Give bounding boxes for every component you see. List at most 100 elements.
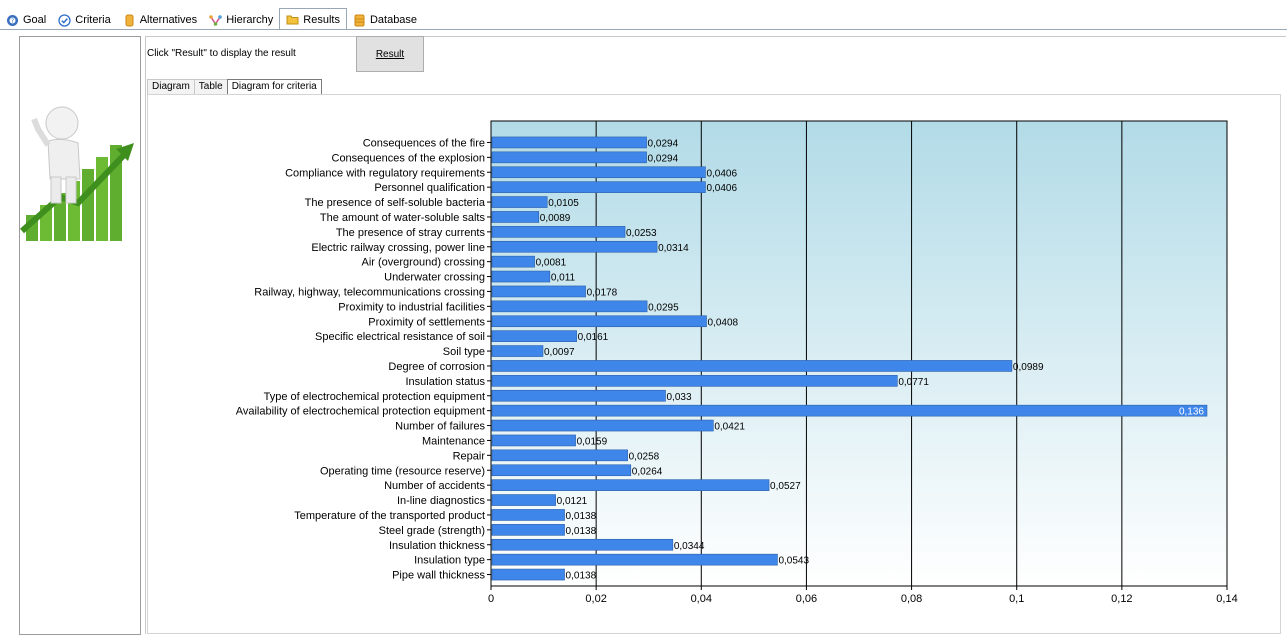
check-circle-icon <box>58 13 71 27</box>
x-tick-label: 0,04 <box>691 593 712 605</box>
bar-value-label: 0,0178 <box>587 287 618 298</box>
left-illustration-panel <box>19 36 141 635</box>
category-label: Type of electrochemical protection equip… <box>264 391 485 403</box>
bar-value-label: 0,0294 <box>648 153 679 164</box>
category-label: Underwater crossing <box>384 272 485 284</box>
tab-divider <box>0 29 1287 30</box>
category-label: Insulation type <box>414 555 485 567</box>
category-label: The presence of self-soluble bacteria <box>305 197 486 209</box>
bar <box>491 166 706 179</box>
tab-database[interactable]: Database <box>347 10 423 30</box>
tab-criteria[interactable]: Criteria <box>52 10 116 30</box>
subtab-diagram-for-criteria[interactable]: Diagram for criteria <box>226 79 322 95</box>
category-label: Consequences of the fire <box>363 137 485 149</box>
bar <box>491 449 628 462</box>
bar <box>491 524 565 536</box>
bar <box>491 434 576 447</box>
category-label: Soil type <box>443 346 485 358</box>
category-label: Maintenance <box>422 435 485 447</box>
bar-value-label: 0,0543 <box>778 556 809 567</box>
hint-text: Click "Result" to display the result <box>147 48 296 59</box>
bar-value-label: 0,0138 <box>566 526 597 537</box>
category-label: Air (overground) crossing <box>362 257 486 269</box>
tab-goal-label: Goal <box>23 14 47 26</box>
category-label: Pipe wall thickness <box>392 570 485 582</box>
category-label: Insulation thickness <box>389 540 485 552</box>
subtab-diagram[interactable]: Diagram <box>147 79 195 94</box>
bar <box>491 285 586 298</box>
bar-value-label: 0,0264 <box>632 466 663 477</box>
svg-text:?: ? <box>11 18 14 25</box>
bar-value-label: 0,0138 <box>566 571 597 582</box>
bar <box>491 494 556 506</box>
bar <box>491 479 770 491</box>
bar <box>491 509 565 521</box>
category-label: Temperature of the transported product <box>294 510 485 522</box>
bar-value-label: 0,0089 <box>540 213 571 224</box>
top-tab-strip: ? Goal Criteria Alternatives Hierarchy R… <box>0 8 1287 30</box>
bar <box>491 538 674 551</box>
x-tick-label: 0,06 <box>796 593 817 605</box>
bar <box>491 240 658 253</box>
bar-value-label: 0,0406 <box>706 168 737 179</box>
x-tick-label: 0,08 <box>901 593 922 605</box>
tab-hierarchy[interactable]: Hierarchy <box>203 10 279 30</box>
bar-value-label: 0,0121 <box>557 496 588 507</box>
bar <box>491 255 535 268</box>
tab-results-label: Results <box>303 13 340 26</box>
x-tick-label: 0,14 <box>1216 593 1237 605</box>
category-label: The presence of stray currents <box>336 227 486 239</box>
bar <box>491 181 706 193</box>
bar <box>491 226 626 238</box>
subtab-table[interactable]: Table <box>193 79 228 94</box>
bar <box>491 375 898 387</box>
category-label: Number of accidents <box>384 480 485 492</box>
bar-value-label: 0,0989 <box>1013 362 1044 373</box>
category-label: Operating time (resource reserve) <box>320 465 485 477</box>
bar-value-label: 0,0527 <box>770 481 801 492</box>
bar-value-label: 0,0097 <box>544 347 575 358</box>
tab-criteria-label: Criteria <box>75 14 111 26</box>
bar-value-label: 0,0295 <box>648 302 679 313</box>
bar-value-label: 0,0081 <box>536 258 567 269</box>
cylinder-icon <box>123 14 136 27</box>
bar-value-label: 0,0421 <box>714 422 745 433</box>
bar-value-label: 0,136 <box>1179 407 1204 418</box>
category-label: Electric railway crossing, power line <box>311 242 485 254</box>
bar-value-label: 0,0771 <box>898 377 929 388</box>
bar-value-label: 0,0161 <box>578 332 609 343</box>
bar-value-label: 0,0159 <box>577 436 608 447</box>
tab-alternatives[interactable]: Alternatives <box>117 10 203 30</box>
category-label: The amount of water-soluble salts <box>320 212 486 224</box>
bar-value-label: 0,0314 <box>658 243 689 254</box>
result-button[interactable]: Result <box>356 36 424 72</box>
bar-value-label: 0,0344 <box>674 541 705 552</box>
bar <box>491 389 666 402</box>
bar <box>491 211 540 223</box>
bar-value-label: 0,0408 <box>707 317 738 328</box>
category-label: Degree of corrosion <box>388 361 485 373</box>
tab-goal[interactable]: ? Goal <box>0 10 52 30</box>
hierarchy-icon <box>209 14 222 27</box>
category-label: Insulation status <box>406 376 486 388</box>
goal-icon: ? <box>6 14 19 27</box>
tab-database-label: Database <box>369 14 418 26</box>
tab-hierarchy-label: Hierarchy <box>226 14 274 26</box>
database-icon <box>353 14 366 27</box>
chart-frame: 0 0,02 0,04 0,06 0,08 0,1 0,12 0,14 Consequences… <box>147 94 1281 634</box>
x-tick-label: 0,12 <box>1111 593 1132 605</box>
category-label: In-line diagnostics <box>397 495 486 507</box>
bar <box>491 464 632 477</box>
bar-value-label: 0,033 <box>666 392 691 403</box>
tab-alternatives-label: Alternatives <box>139 14 198 26</box>
bar-value-label: 0,0253 <box>626 228 657 239</box>
bar <box>491 136 647 149</box>
bar <box>491 345 544 357</box>
result-button-label: Result <box>375 48 405 60</box>
bar <box>491 330 577 342</box>
bar <box>491 315 707 328</box>
bar <box>491 553 778 566</box>
bar-value-label: 0,0105 <box>548 198 579 209</box>
bar-value-label: 0,0258 <box>629 451 660 462</box>
tab-results[interactable]: Results <box>279 8 347 30</box>
